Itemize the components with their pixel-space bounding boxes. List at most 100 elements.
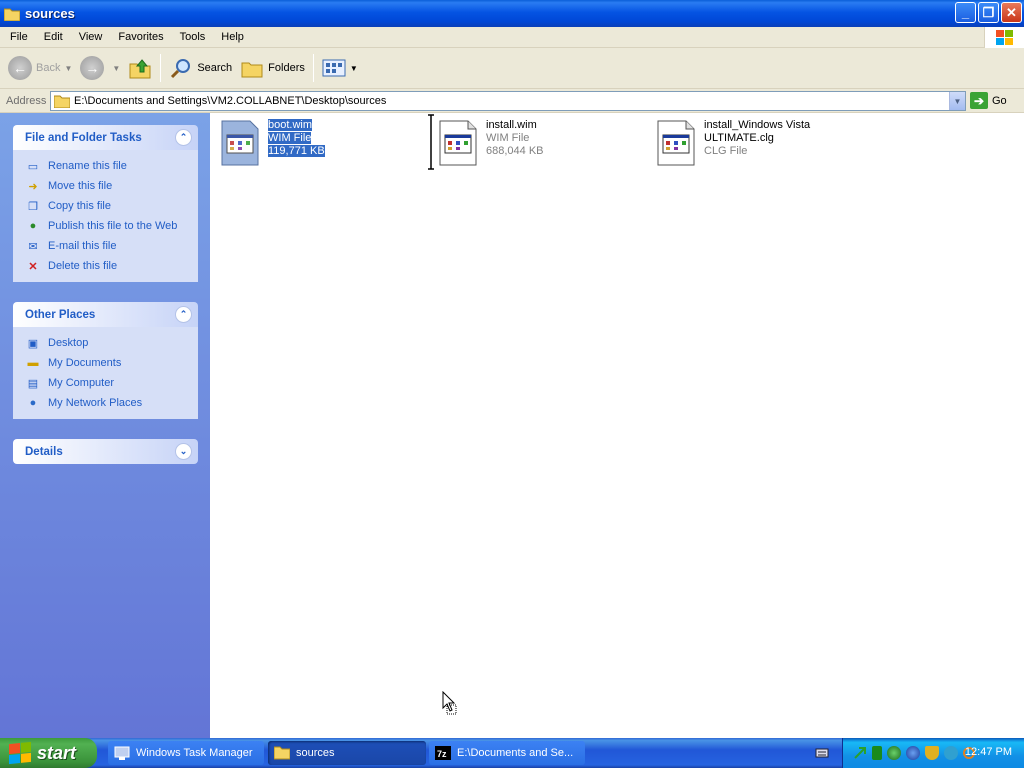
toolbar: ← Back ▼ → ▼ Search Folders ▼ — [0, 48, 1024, 89]
panel-title: File and Folder Tasks — [25, 131, 142, 144]
back-dropdown-icon[interactable]: ▼ — [64, 64, 72, 73]
file-type: WIM File — [268, 132, 312, 144]
windows-flag-icon — [9, 741, 31, 765]
collapse-icon[interactable]: ⌃ — [175, 129, 192, 146]
file-item[interactable]: install_Windows Vista ULTIMATE.clg CLG F… — [656, 119, 810, 167]
file-name: boot.wim — [268, 119, 313, 131]
start-label: start — [37, 742, 77, 763]
my-documents-link[interactable]: ▬ My Documents — [13, 353, 198, 373]
email-file-link[interactable]: ✉ E-mail this file — [13, 236, 198, 256]
shield-icon[interactable] — [925, 746, 939, 760]
copy-file-link[interactable]: ❐ Copy this file — [13, 196, 198, 216]
back-button[interactable]: ← Back ▼ — [4, 51, 76, 85]
details-panel: Details ⌄ — [13, 439, 198, 464]
folders-button[interactable]: Folders — [236, 51, 309, 85]
menu-edit[interactable]: Edit — [36, 31, 71, 43]
copy-icon: ❐ — [28, 200, 38, 213]
menu-help[interactable]: Help — [213, 31, 252, 43]
text-cursor-icon — [428, 114, 434, 170]
file-type: WIM File — [486, 132, 530, 144]
address-dropdown-button[interactable]: ▼ — [949, 92, 965, 110]
task-manager-icon — [114, 746, 130, 760]
file-name: install.wim — [486, 119, 537, 131]
desktop-link[interactable]: ▣ Desktop — [13, 333, 198, 353]
file-item[interactable]: install.wim WIM File 688,044 KB — [438, 119, 544, 167]
globe-icon: ● — [29, 220, 37, 232]
taskbar-button-task-manager[interactable]: Windows Task Manager — [108, 741, 264, 765]
rename-file-link[interactable]: ▭ Rename this file — [13, 156, 198, 176]
folders-label: Folders — [268, 62, 305, 74]
wim-file-icon — [438, 119, 478, 167]
publish-web-link[interactable]: ● Publish this file to the Web — [13, 216, 198, 236]
forward-arrow-icon: → — [80, 56, 105, 80]
expand-icon[interactable]: ⌄ — [175, 443, 192, 460]
task-label: My Computer — [48, 377, 115, 389]
move-file-link[interactable]: ➜ Move this file — [13, 176, 198, 196]
task-label: Delete this file — [48, 260, 118, 272]
restore-button[interactable]: ❐ — [978, 2, 999, 23]
back-label: Back — [36, 62, 61, 74]
toolbar-separator — [160, 54, 162, 82]
task-label: Desktop — [48, 337, 89, 349]
minimize-button[interactable]: _ — [955, 2, 976, 23]
file-folder-tasks-panel: File and Folder Tasks ⌃ ▭ Rename this fil… — [13, 125, 198, 282]
go-arrow-icon: ➔ — [970, 92, 988, 109]
taskbar-button-label: sources — [296, 747, 335, 759]
menu-favorites[interactable]: Favorites — [110, 31, 171, 43]
globe-icon[interactable] — [906, 746, 920, 760]
forward-dropdown-icon[interactable]: ▼ — [112, 64, 120, 73]
collapse-icon[interactable]: ⌃ — [175, 306, 192, 323]
task-label: My Documents — [48, 357, 122, 369]
up-folder-icon — [129, 59, 151, 79]
file-size: 119,771 KB — [268, 145, 325, 157]
my-network-places-link[interactable]: ● My Network Places — [13, 393, 198, 413]
panel-title: Details — [25, 445, 63, 458]
file-name-line2: ULTIMATE.clg — [704, 132, 774, 144]
file-item[interactable]: boot.wim WIM File 119,771 KB — [220, 119, 325, 167]
delete-file-link[interactable]: ✕ Delete this file — [13, 256, 198, 276]
taskbar-button-sources[interactable]: sources — [268, 741, 426, 765]
search-label: Search — [197, 62, 233, 74]
views-icon — [322, 59, 346, 77]
up-folder-button[interactable] — [124, 51, 156, 85]
task-label: E-mail this file — [48, 240, 117, 252]
tray-green-icon[interactable] — [872, 746, 882, 760]
go-label: Go — [992, 94, 1007, 107]
my-computer-link[interactable]: ▤ My Computer — [13, 373, 198, 393]
delete-icon: ✕ — [28, 260, 38, 273]
search-button[interactable]: Search — [165, 51, 236, 85]
tray-arrow-icon[interactable] — [853, 746, 867, 760]
forward-button[interactable]: → ▼ — [76, 51, 124, 85]
taskbar-button-label: E:\Documents and Se... — [457, 747, 574, 759]
details-header[interactable]: Details ⌄ — [13, 439, 198, 464]
menu-tools[interactable]: Tools — [172, 31, 214, 43]
taskbar-button-label: Windows Task Manager — [136, 747, 253, 759]
address-input[interactable]: E:\Documents and Settings\VM2.COLLABNET\… — [50, 91, 966, 111]
other-places-header[interactable]: Other Places ⌃ — [13, 302, 198, 327]
file-type: CLG File — [704, 145, 748, 157]
menu-view[interactable]: View — [71, 31, 111, 43]
menu-file[interactable]: File — [0, 31, 36, 43]
start-button[interactable]: start — [0, 738, 97, 768]
keyboard-icon[interactable] — [815, 746, 829, 760]
views-button[interactable]: ▼ — [318, 51, 362, 85]
network-icon[interactable] — [887, 746, 901, 760]
computer-icon: ▤ — [27, 377, 39, 390]
file-folder-tasks-header[interactable]: File and Folder Tasks ⌃ — [13, 125, 198, 150]
mouse-pointer-icon — [442, 691, 457, 715]
go-button[interactable]: ➔ Go — [970, 92, 1007, 109]
system-tray: 12:47 PM — [842, 738, 1024, 768]
rename-icon: ▭ — [27, 160, 39, 173]
window-title: sources — [25, 6, 75, 21]
7zip-icon: 7z — [435, 746, 451, 760]
file-size: 688,044 KB — [486, 145, 544, 157]
wim-file-icon — [220, 119, 260, 167]
file-view[interactable]: boot.wim WIM File 119,771 KB install.wim… — [210, 113, 1024, 738]
taskbar-button-7zip[interactable]: 7z E:\Documents and Se... — [429, 741, 585, 765]
chevron-down-icon: ▼ — [953, 96, 962, 106]
tray-update-icon[interactable] — [944, 746, 958, 760]
back-arrow-icon: ← — [8, 56, 32, 80]
close-button[interactable]: ✕ — [1001, 2, 1022, 23]
desktop-icon: ▣ — [27, 337, 39, 350]
minimize-icon: _ — [961, 5, 970, 20]
